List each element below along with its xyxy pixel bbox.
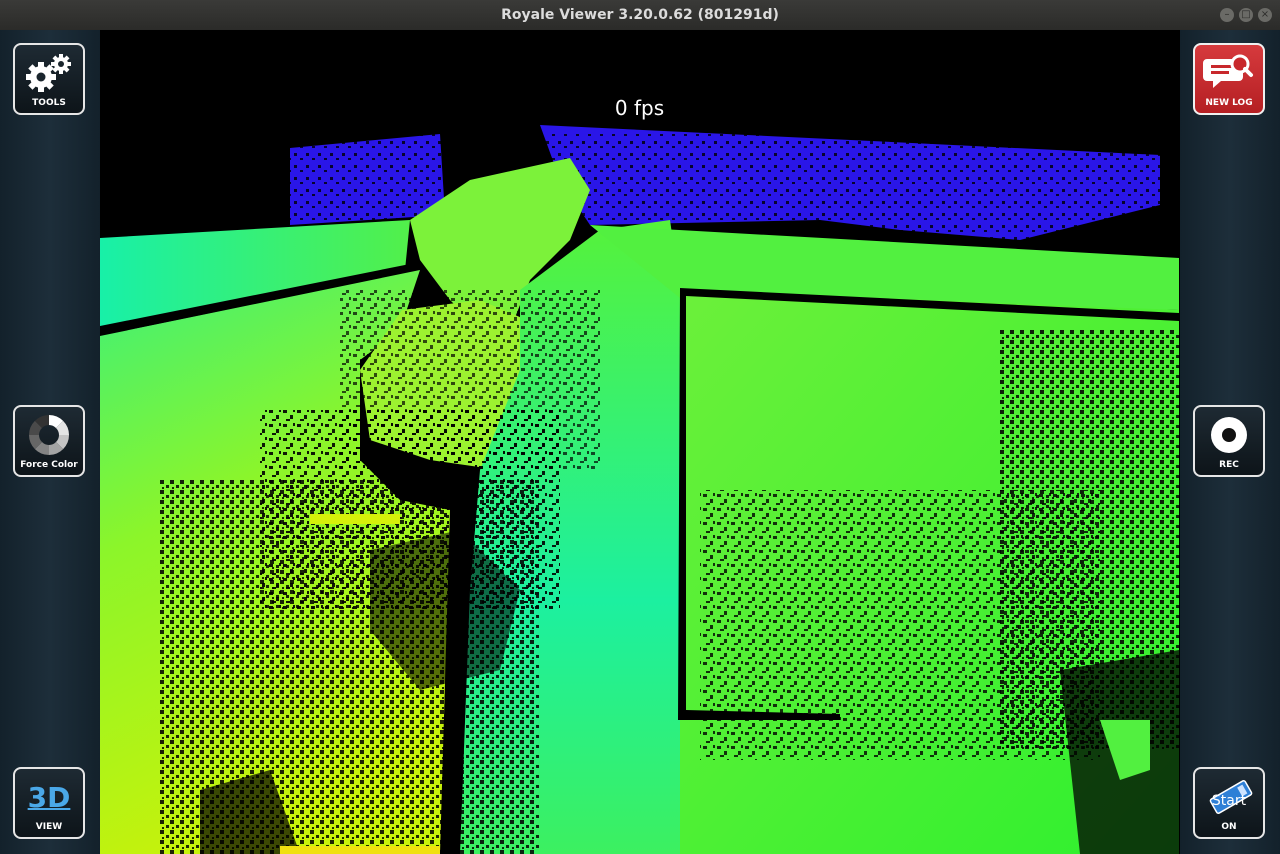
gears-icon (15, 51, 83, 95)
title-bar: Royale Viewer 3.20.0.62 (801291d) – □ × (0, 0, 1280, 30)
new-log-button[interactable]: NEW LOG (1193, 43, 1265, 115)
start-button[interactable]: Start ON (1193, 767, 1265, 839)
3d-icon-text: 3D (27, 780, 71, 814)
camera-start-icon: Start (1195, 775, 1263, 819)
tools-button[interactable]: TOOLS (13, 43, 85, 115)
depth-image (100, 125, 1179, 854)
record-icon (1195, 413, 1263, 457)
maximize-icon[interactable]: □ (1239, 8, 1253, 22)
view-label: VIEW (35, 822, 63, 832)
tools-label: TOOLS (32, 98, 66, 108)
log-search-icon (1195, 51, 1263, 95)
rec-label: REC (1219, 460, 1239, 470)
depth-image-view[interactable]: 0 fps (100, 30, 1179, 854)
color-wheel-icon (15, 413, 83, 457)
rec-button[interactable]: REC (1193, 405, 1265, 477)
view-button[interactable]: 3D VIEW (13, 767, 85, 839)
start-label: ON (1221, 822, 1237, 832)
force-color-button[interactable]: Force Color (13, 405, 85, 477)
minimize-icon[interactable]: – (1220, 8, 1234, 22)
force-color-label: Force Color (20, 460, 78, 470)
start-icon-text: Start (1211, 793, 1247, 809)
fps-counter: 0 fps (614, 96, 665, 120)
window-title: Royale Viewer 3.20.0.62 (801291d) (501, 7, 779, 23)
3d-view-icon: 3D (15, 775, 83, 819)
close-icon[interactable]: × (1258, 8, 1272, 22)
new-log-label: NEW LOG (1205, 98, 1253, 108)
